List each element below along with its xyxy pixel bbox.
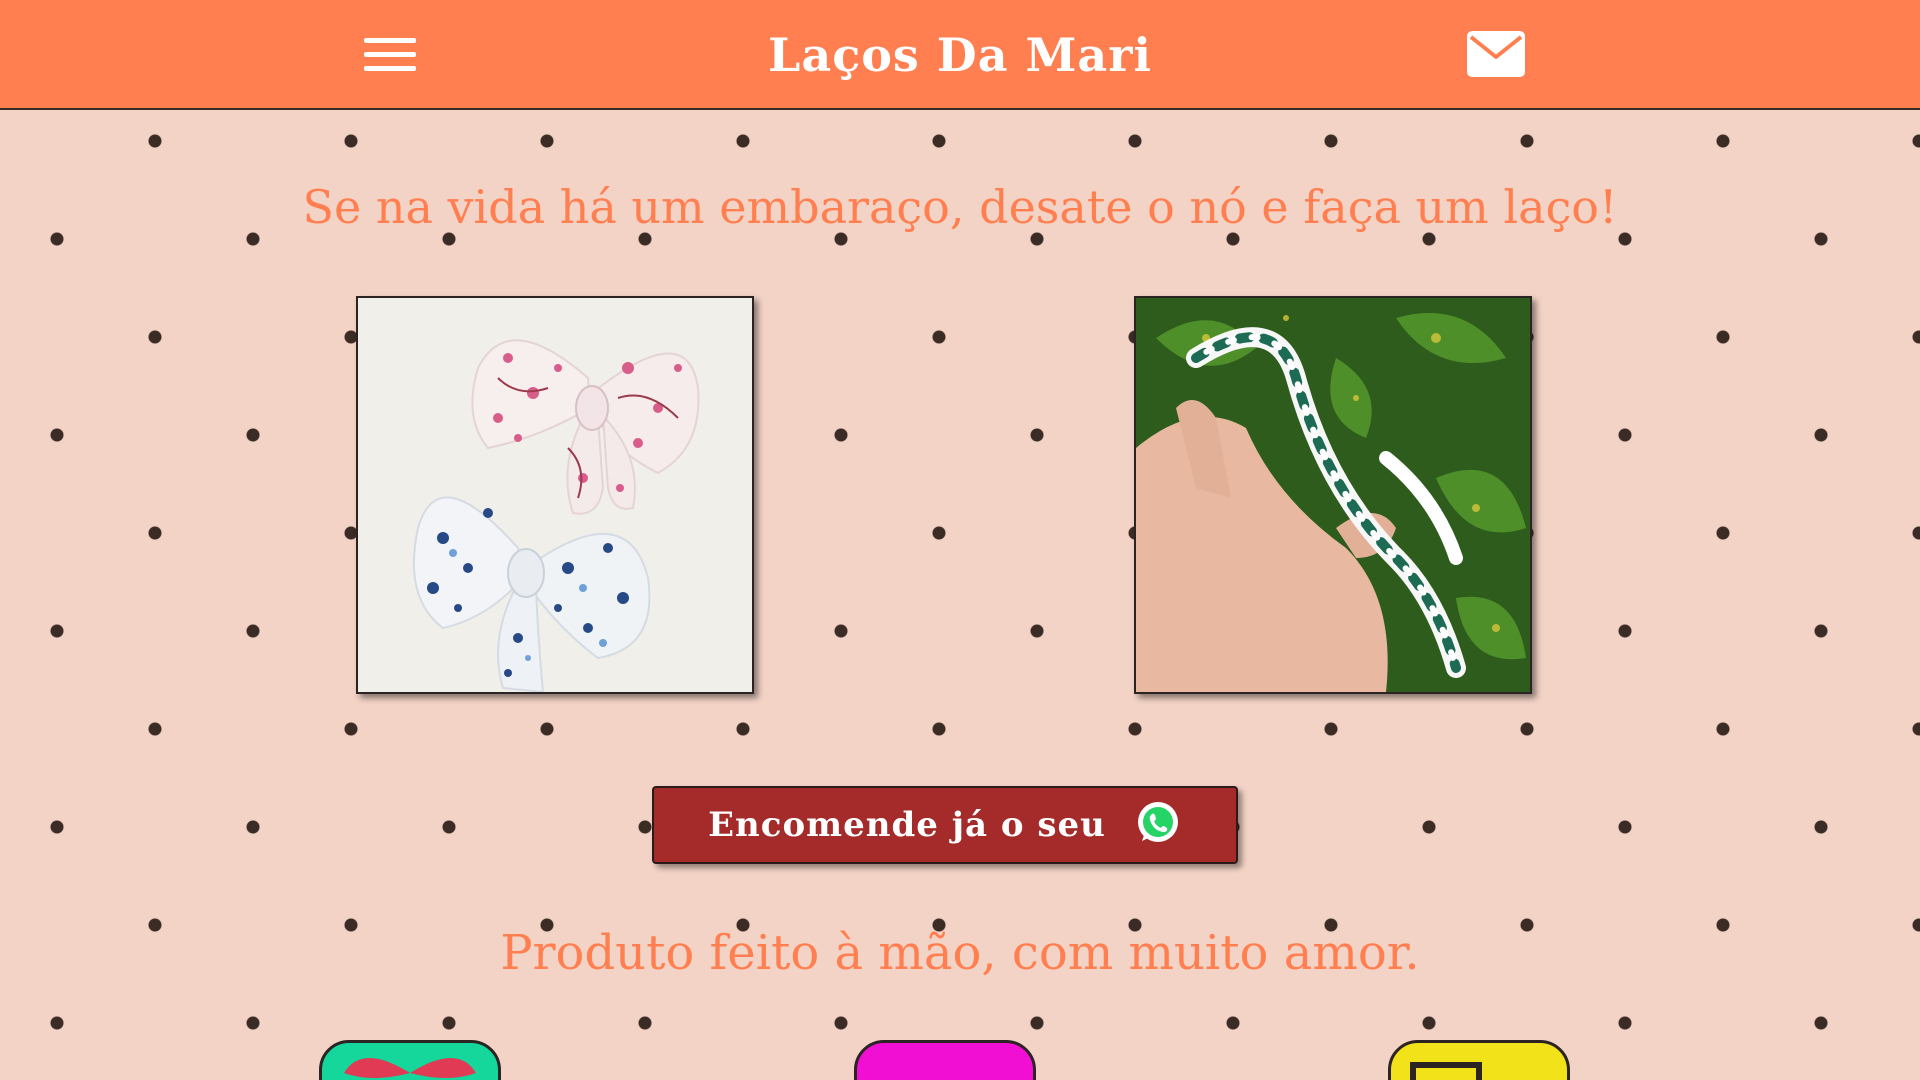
bow-icon (344, 1058, 476, 1078)
category-tab-3[interactable] (1388, 1040, 1570, 1080)
order-button-label: Encomende já o seu (708, 805, 1106, 845)
product-image-bows[interactable] (356, 296, 754, 694)
pearl-headband-photo (1136, 298, 1530, 692)
slogan: Se na vida há um embaraço, desate o nó e… (302, 180, 1618, 234)
hamburger-menu-icon[interactable] (360, 34, 420, 78)
box-icon (1410, 1062, 1482, 1080)
handmade-tagline: Produto feito à mão, com muito amor. (500, 925, 1420, 981)
order-whatsapp-button[interactable]: Encomende já o seu (652, 786, 1238, 864)
menu-line (364, 66, 416, 71)
menu-line (364, 38, 416, 43)
category-tab-2[interactable] (854, 1040, 1036, 1080)
category-tab-bows[interactable] (319, 1040, 501, 1080)
whatsapp-icon (1134, 799, 1182, 851)
menu-line (364, 52, 416, 57)
site-title[interactable]: Laços Da Mari (560, 28, 1360, 82)
product-image-headband[interactable] (1134, 296, 1532, 694)
mail-icon[interactable] (1466, 30, 1526, 78)
top-bar: Laços Da Mari (0, 0, 1920, 110)
fabric-bows-photo (358, 298, 752, 692)
